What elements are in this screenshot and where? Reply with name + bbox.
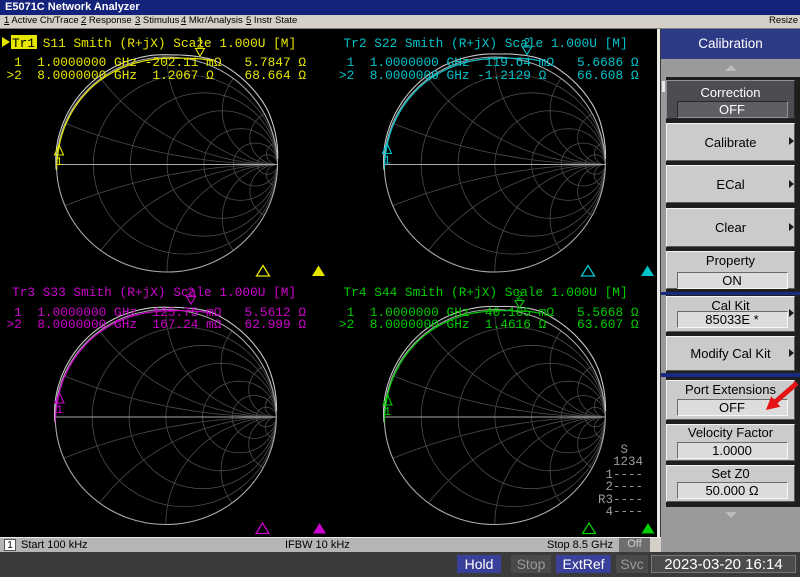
svg-text:1: 1	[384, 405, 391, 419]
svg-text:1: 1	[56, 403, 63, 417]
svg-text:1: 1	[55, 155, 62, 169]
svg-text:1: 1	[383, 154, 390, 168]
